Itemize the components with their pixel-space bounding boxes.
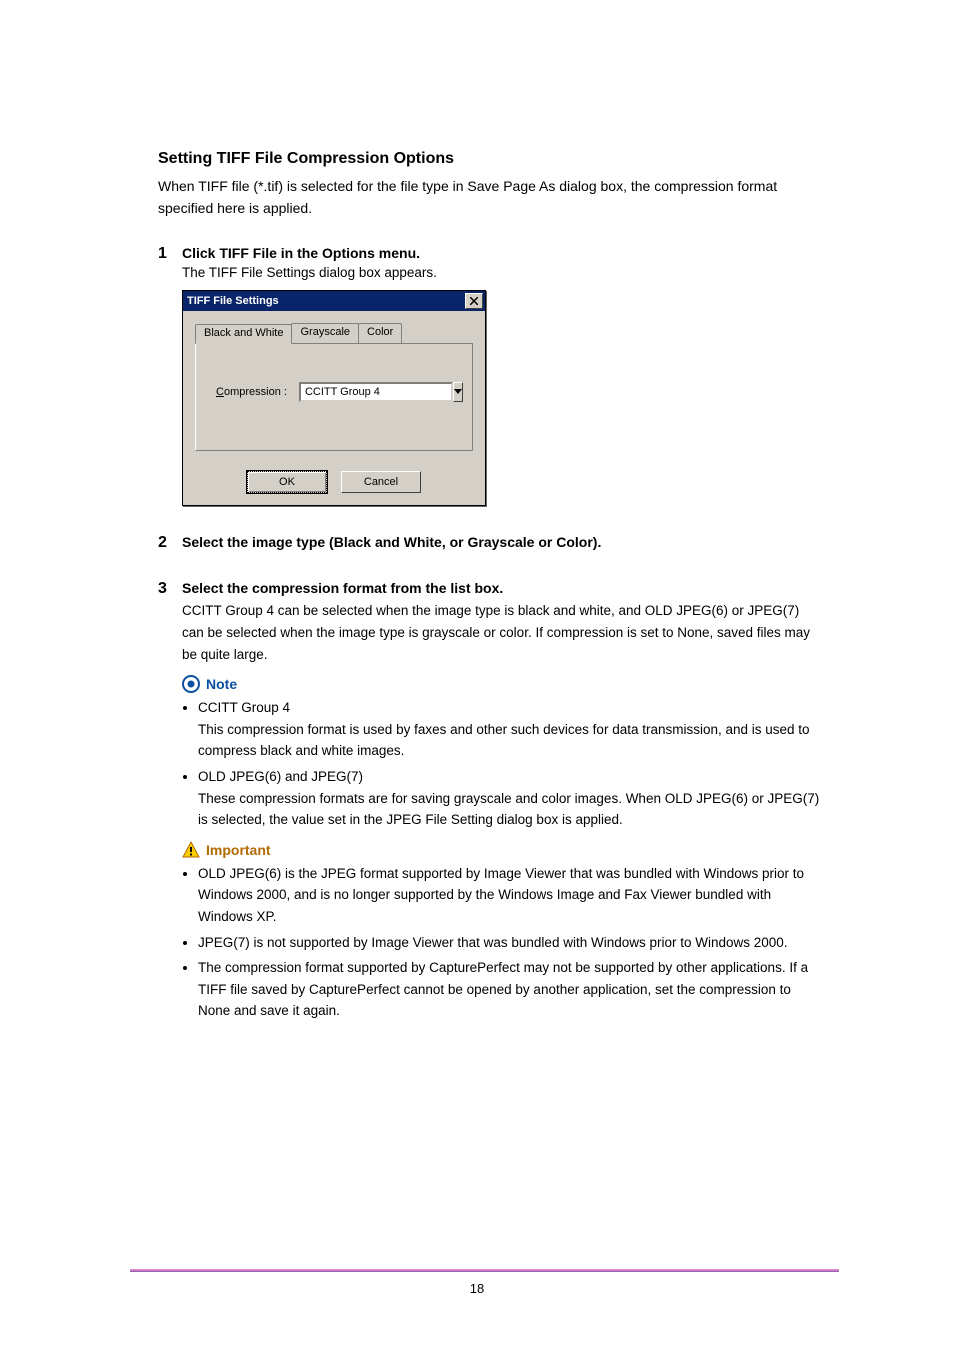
important-callout: Important	[182, 841, 824, 859]
important-label: Important	[206, 842, 271, 858]
compression-select[interactable]	[299, 382, 439, 402]
list-item: OLD JPEG(6) is the JPEG format supported…	[198, 863, 824, 928]
section-title: Setting TIFF File Compression Options	[158, 150, 824, 168]
note-bullets: CCITT Group 4 This compression format is…	[182, 697, 824, 831]
dialog-body: Black and White Grayscale Color Compress…	[183, 311, 485, 463]
tab-grayscale[interactable]: Grayscale	[291, 323, 359, 343]
list-item: JPEG(7) is not supported by Image Viewer…	[198, 932, 824, 954]
chevron-down-icon[interactable]	[453, 382, 463, 402]
step-number: 2	[158, 534, 182, 552]
tiff-settings-dialog: TIFF File Settings Black and White Grays…	[182, 290, 486, 506]
tab-row: Black and White Grayscale Color	[195, 323, 473, 344]
bullet-heading: OLD JPEG(6) and JPEG(7)	[198, 766, 824, 788]
tab-black-and-white[interactable]: Black and White	[195, 324, 292, 344]
compression-value[interactable]	[299, 382, 453, 402]
page-number: 18	[0, 1281, 954, 1296]
step-number: 1	[158, 245, 182, 506]
list-item: CCITT Group 4 This compression format is…	[198, 697, 824, 762]
bullet-body: This compression format is used by faxes…	[198, 719, 824, 762]
note-callout: Note	[182, 675, 824, 693]
step-heading: Click TIFF File in the Options menu.	[182, 245, 824, 261]
dialog-titlebar: TIFF File Settings	[183, 291, 485, 311]
step-3: 3 Select the compression format from the…	[158, 580, 824, 1026]
cancel-button[interactable]: Cancel	[341, 471, 421, 493]
compression-label: Compression :	[216, 386, 287, 398]
important-icon	[182, 841, 200, 859]
step-subtext: The TIFF File Settings dialog box appear…	[182, 265, 824, 280]
tab-color[interactable]: Color	[358, 323, 402, 343]
note-label: Note	[206, 676, 237, 692]
important-bullets: OLD JPEG(6) is the JPEG format supported…	[182, 863, 824, 1022]
step-number: 3	[158, 580, 182, 1026]
step-2: 2 Select the image type (Black and White…	[158, 534, 824, 552]
bullet-body: These compression formats are for saving…	[198, 788, 824, 831]
footer-divider	[130, 1269, 839, 1272]
tab-pane: Compression :	[195, 344, 473, 451]
dialog-footer: OK Cancel	[183, 463, 485, 505]
list-item: OLD JPEG(6) and JPEG(7) These compressio…	[198, 766, 824, 831]
step-description: CCITT Group 4 can be selected when the i…	[182, 600, 824, 665]
list-item: The compression format supported by Capt…	[198, 957, 824, 1022]
note-icon	[182, 675, 200, 693]
step-1: 1 Click TIFF File in the Options menu. T…	[158, 245, 824, 506]
step-heading: Select the image type (Black and White, …	[182, 534, 824, 550]
close-icon[interactable]	[465, 293, 483, 309]
step-heading: Select the compression format from the l…	[182, 580, 824, 596]
ok-button[interactable]: OK	[247, 471, 327, 493]
bullet-heading: CCITT Group 4	[198, 697, 824, 719]
intro-paragraph: When TIFF file (*.tif) is selected for t…	[158, 176, 824, 219]
dialog-title-text: TIFF File Settings	[187, 295, 279, 307]
